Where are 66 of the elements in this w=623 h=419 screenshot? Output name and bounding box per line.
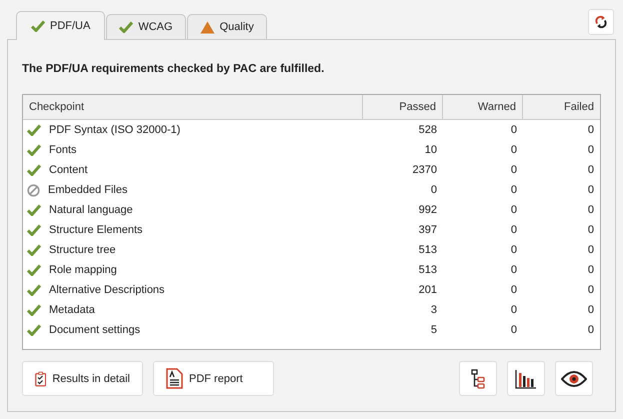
bar-chart-icon (515, 368, 537, 389)
table-cell: 0 (588, 144, 594, 156)
table-cell-text: Role mapping (49, 263, 117, 278)
check-icon (31, 20, 45, 32)
table-cell: 3 (430, 304, 437, 316)
table-cell: 0 (510, 324, 517, 336)
table-cell: 0 (510, 164, 517, 176)
action-button[interactable]: PDF report (153, 361, 274, 396)
column-header[interactable]: Failed (523, 95, 600, 120)
table-cell: 2370 (412, 164, 437, 176)
tree-view-button[interactable] (459, 361, 497, 396)
table-cell-text: Content (49, 163, 88, 178)
preview-button[interactable] (555, 361, 593, 396)
table-cell: 0 (588, 264, 594, 276)
table-cell-text: Fonts (49, 143, 77, 158)
check-icon (119, 21, 134, 33)
column-header[interactable]: Checkpoint (23, 95, 363, 120)
table-cell: 0 (510, 184, 517, 196)
table-cell: 397 (418, 224, 437, 236)
table-cell: 0 (510, 264, 517, 276)
table-cell-text: Natural language (49, 203, 133, 218)
table-cell-text: Document settings (49, 323, 140, 338)
table-cell: 0 (510, 244, 517, 256)
chart-button[interactable] (507, 361, 545, 396)
table-cell: 0 (588, 204, 594, 216)
tab[interactable]: PDF/UA (16, 11, 106, 40)
status-message: The PDF/UA requirements checked by PAC are fulfilled. (22, 62, 326, 77)
table-cell-text: Embedded Files (48, 183, 128, 198)
table-cell-text: Structure Elements (49, 223, 143, 238)
table-cell: 0 (588, 244, 594, 256)
refresh-icon (595, 13, 607, 31)
table-cell: 0 (588, 304, 594, 316)
table-cell: 0 (588, 224, 594, 236)
table-cell: 201 (418, 284, 437, 296)
eye-icon (561, 370, 587, 387)
table-cell: 0 (588, 324, 594, 336)
table-cell: 0 (510, 124, 517, 136)
document-icon (166, 368, 183, 390)
tab[interactable]: Quality (186, 14, 267, 39)
column-header[interactable]: Passed (363, 95, 443, 120)
table-cell-text: Alternative Descriptions (49, 283, 165, 298)
column-header[interactable]: Warned (443, 95, 523, 120)
table-cell: 0 (588, 124, 594, 136)
table-cell-text: PDF Syntax (ISO 32000-1) (49, 123, 180, 138)
table-cell: 513 (418, 264, 437, 276)
tree-icon (471, 368, 485, 389)
table-cell: 528 (418, 124, 437, 136)
table-cell: 10 (424, 144, 437, 156)
table-cell: 0 (510, 204, 517, 216)
tab[interactable]: WCAG (106, 14, 186, 39)
table-cell: 0 (510, 284, 517, 296)
table-cell: 5 (430, 324, 437, 336)
table-cell: 0 (510, 304, 517, 316)
table-cell: 0 (510, 144, 517, 156)
table-cell: 992 (418, 204, 437, 216)
table-cell-text: Structure tree (49, 243, 116, 258)
table-cell: 513 (418, 244, 437, 256)
table-cell: 0 (510, 224, 517, 236)
table-cell: 0 (430, 184, 437, 196)
table-cell: 0 (588, 184, 594, 196)
table-cell: 0 (588, 164, 594, 176)
action-button[interactable]: Results in detail (22, 361, 143, 396)
table-cell-text: Metadata (49, 303, 95, 318)
table-cell: 0 (588, 284, 594, 296)
refresh-button[interactable] (588, 9, 614, 35)
warning-icon (200, 20, 215, 34)
